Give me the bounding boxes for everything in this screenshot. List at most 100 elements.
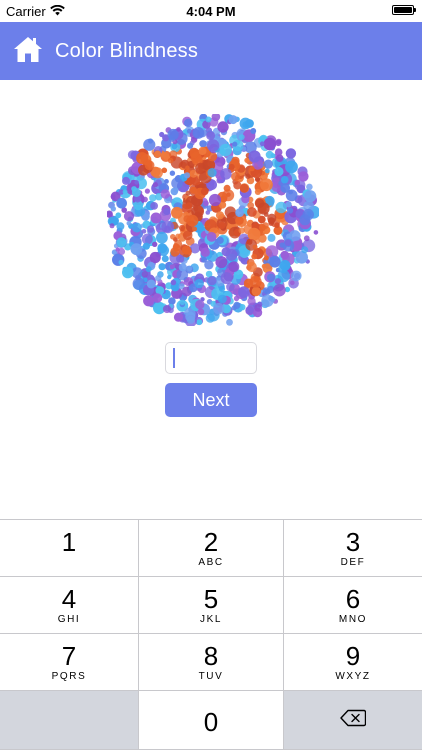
key-letters: ABC	[198, 556, 224, 568]
plate-dot	[221, 247, 231, 257]
plate-dot	[141, 271, 148, 278]
plate-dot	[285, 201, 292, 208]
battery-icon	[392, 5, 416, 15]
plate-dot	[267, 233, 276, 242]
plate-dot	[122, 176, 130, 185]
key-4[interactable]: 4 GHI	[0, 577, 139, 634]
answer-input[interactable]	[165, 342, 257, 374]
plate-dot	[194, 278, 204, 289]
key-9[interactable]: 9 WXYZ	[284, 634, 422, 691]
plate-dot	[238, 227, 245, 234]
plate-dot	[232, 141, 238, 147]
ishihara-plate-svg	[105, 112, 321, 327]
plate-dot	[228, 115, 238, 125]
key-8[interactable]: 8 TUV	[139, 634, 284, 691]
plate-dot	[170, 279, 177, 286]
plate-dot	[195, 299, 205, 310]
plate-dot	[205, 116, 212, 123]
plate-dot	[158, 263, 166, 271]
plate-dot	[306, 183, 313, 191]
plate-dot	[207, 151, 218, 162]
plate-dot	[285, 160, 298, 174]
plate-dot	[267, 213, 277, 223]
plate-dot	[185, 165, 190, 171]
key-digit: 0	[203, 707, 219, 737]
plate-dot	[245, 119, 254, 128]
plate-dot	[274, 222, 280, 228]
plate-dot	[275, 154, 284, 162]
plate-dot	[184, 118, 193, 128]
plate-dot	[116, 197, 127, 209]
key-blank	[0, 691, 139, 750]
plate-dot	[115, 247, 120, 252]
key-2[interactable]: 2 ABC	[139, 520, 284, 577]
plate-dot	[196, 319, 203, 326]
plate-dot	[247, 207, 257, 217]
key-5[interactable]: 5 JKL	[139, 577, 284, 634]
next-button[interactable]: Next	[165, 383, 257, 417]
plate-dot	[228, 163, 235, 170]
plate-dot	[186, 265, 193, 272]
plate-dot	[218, 285, 226, 292]
key-3[interactable]: 3 DEF	[284, 520, 422, 577]
key-digit: 8	[203, 640, 219, 671]
plate-dot	[132, 277, 146, 290]
plate-dot	[219, 148, 226, 156]
plate-dot	[116, 237, 127, 248]
plate-dot	[155, 275, 162, 282]
plate-dot	[279, 260, 291, 271]
plate-dot	[254, 188, 261, 195]
plate-dot	[251, 253, 258, 260]
plate-dot	[143, 295, 155, 307]
plate-dot	[217, 121, 229, 133]
status-bar: Carrier 4:04 PM	[0, 0, 422, 22]
plate-dot	[206, 232, 217, 242]
plate-dot	[160, 189, 170, 199]
plate-dot	[192, 226, 197, 232]
plate-dot	[161, 167, 168, 174]
plate-dot	[163, 208, 171, 216]
plate-dot	[255, 198, 265, 208]
key-digit: 9	[345, 640, 361, 671]
plate-dot	[201, 256, 207, 263]
plate-dot	[261, 263, 267, 269]
plate-dot	[235, 216, 244, 225]
plate-dot	[150, 212, 162, 224]
plate-dot	[152, 241, 158, 247]
ishihara-plate-image	[105, 112, 321, 327]
plate-dot	[109, 223, 115, 229]
plate-dot	[231, 305, 237, 311]
plate-dot	[206, 139, 220, 152]
plate-dot	[313, 230, 319, 235]
plate-dot	[216, 236, 224, 244]
plate-dot	[152, 293, 163, 303]
plate-dot	[186, 128, 192, 134]
key-letters: PQRS	[51, 670, 87, 682]
plate-dot	[273, 283, 286, 297]
key-0[interactable]: 0	[139, 691, 284, 750]
delete-key[interactable]	[284, 691, 422, 750]
key-1[interactable]: 1	[0, 520, 139, 577]
plate-dot	[259, 141, 265, 147]
plate-dot	[262, 287, 270, 294]
key-digit: 5	[203, 583, 219, 614]
plate-dot	[186, 214, 199, 227]
plate-dot	[145, 266, 152, 273]
key-7[interactable]: 7 PQRS	[0, 634, 139, 691]
plate-dot	[208, 193, 222, 207]
plate-dot	[247, 297, 256, 306]
plate-dot	[167, 157, 174, 164]
key-letters: JKL	[199, 613, 223, 625]
plate-dot	[179, 299, 186, 305]
key-digit: 3	[345, 526, 361, 557]
plate-dot	[215, 256, 228, 269]
plate-dot	[226, 318, 233, 326]
home-button[interactable]	[11, 34, 45, 68]
key-letters: DEF	[340, 556, 366, 568]
key-6[interactable]: 6 MNO	[284, 577, 422, 634]
plate-dot	[176, 127, 181, 132]
plate-dot	[243, 278, 254, 288]
plate-dot	[249, 166, 255, 172]
plate-dot	[171, 206, 183, 219]
plate-dot	[228, 261, 240, 273]
